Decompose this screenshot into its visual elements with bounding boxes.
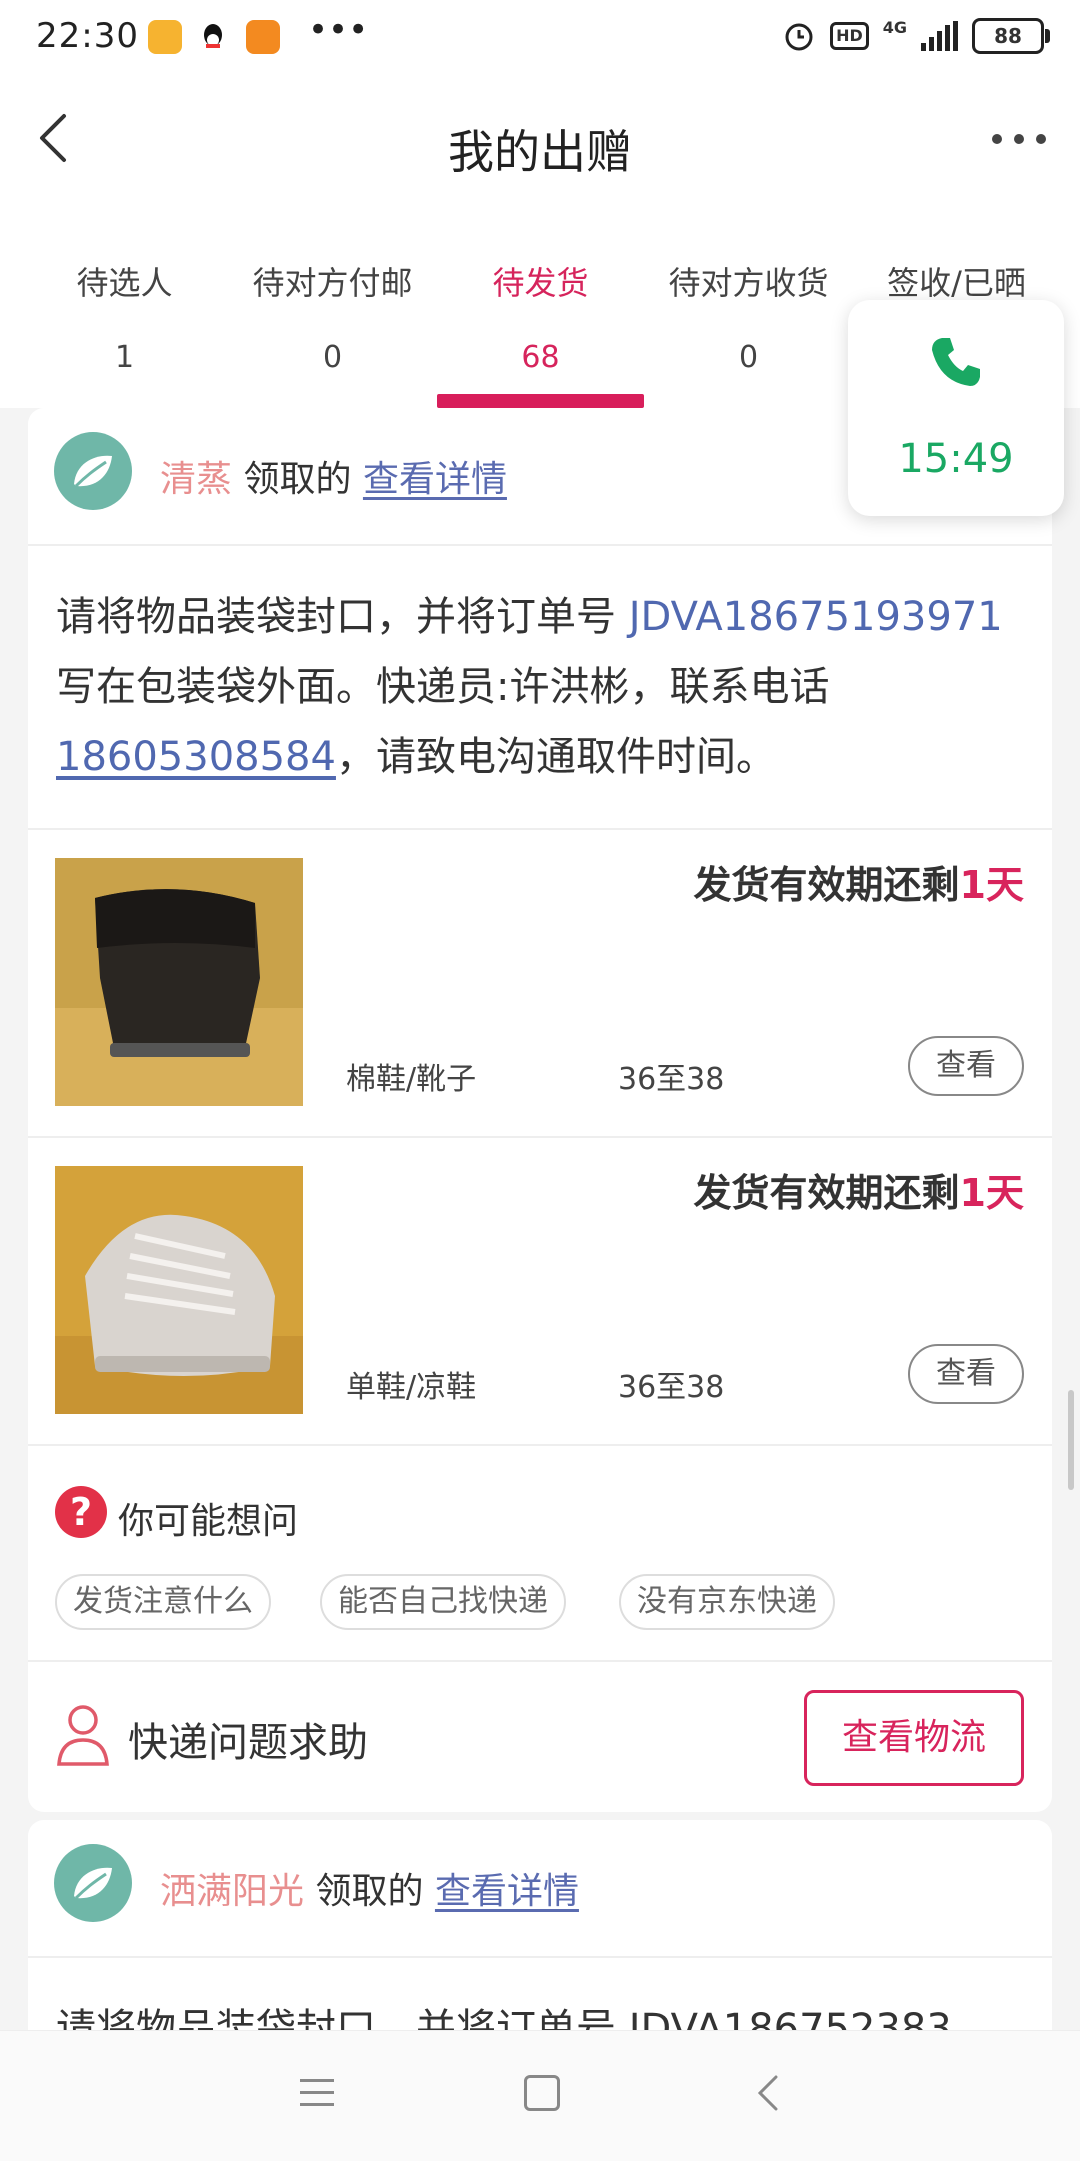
tab-count: 0 xyxy=(738,340,759,375)
question-icon: ? xyxy=(55,1486,107,1538)
card-header: 洒满阳光 领取的 查看详情 xyxy=(28,1820,1052,1958)
more-notifications-icon: ••• xyxy=(308,10,369,50)
alarm-icon xyxy=(785,23,813,51)
view-details-link[interactable]: 查看详情 xyxy=(363,459,507,500)
status-time: 22:30 xyxy=(36,16,139,56)
page-title: 我的出赠 xyxy=(448,125,632,179)
avatar xyxy=(54,1844,132,1922)
recipient-line: 洒满阳光 领取的 查看详情 xyxy=(160,1862,579,1914)
item-category: 棉鞋/靴子 xyxy=(346,1062,477,1097)
gift-item: 发货有效期还剩1天 单鞋/凉鞋 36至38 查看 xyxy=(28,1138,1052,1446)
courier-help-row: 快递问题求助 查看物流 xyxy=(28,1662,1052,1812)
deadline-label: 发货有效期还剩 xyxy=(693,863,960,907)
recipient-name: 洒满阳光 xyxy=(160,1871,305,1912)
deadline-days: 1天 xyxy=(959,1171,1024,1215)
status-indicators: HD 4G 88 xyxy=(782,18,1050,54)
faq-chip[interactable]: 能否自己找快递 xyxy=(320,1574,566,1630)
notice-text: 请将物品装袋封口，并将订单号 xyxy=(56,594,629,640)
system-nav-bar xyxy=(0,2030,1080,2161)
signal-icon xyxy=(921,21,958,51)
active-tab-indicator xyxy=(437,394,644,408)
recipient-name: 清蒸 xyxy=(160,459,233,500)
order-number: JDVA18675193971 xyxy=(628,594,1003,640)
tab-pending-postage[interactable]: 待对方付邮 0 xyxy=(229,248,436,408)
status-bar: 22:30 ••• HD 4G 88 xyxy=(0,0,1080,78)
faq-section: ? 你可能想问 发货注意什么 能否自己找快递 没有京东快递 xyxy=(28,1446,1052,1662)
avatar xyxy=(54,432,132,510)
phone-icon xyxy=(932,338,980,386)
recipient-line: 清蒸 领取的 查看详情 xyxy=(160,450,507,502)
home-icon[interactable] xyxy=(524,2075,560,2111)
tab-label: 待对方收货 xyxy=(668,264,829,302)
shipping-deadline: 发货有效期还剩1天 xyxy=(694,1162,1024,1217)
item-category: 单鞋/凉鞋 xyxy=(346,1370,477,1405)
item-size: 36至38 xyxy=(618,1062,725,1097)
app-header: 我的出赠 xyxy=(0,78,1080,248)
faq-chip[interactable]: 发货注意什么 xyxy=(55,1574,271,1630)
view-item-button[interactable]: 查看 xyxy=(908,1036,1024,1096)
item-photo-boots[interactable] xyxy=(55,858,303,1106)
item-size: 36至38 xyxy=(618,1370,725,1405)
network-type: 4G xyxy=(882,18,907,37)
scrollbar[interactable] xyxy=(1068,1390,1074,1490)
tab-label: 待对方付邮 xyxy=(252,264,413,302)
item-photo-sneakers[interactable] xyxy=(55,1166,303,1414)
battery-icon: 88 xyxy=(972,18,1050,54)
tab-pending-receipt[interactable]: 待对方收货 0 xyxy=(645,248,852,408)
courier-help-link[interactable]: 快递问题求助 xyxy=(128,1710,368,1768)
tab-count: 68 xyxy=(521,340,560,375)
tab-count: 1 xyxy=(114,340,135,375)
qq-icon xyxy=(196,20,230,54)
person-icon xyxy=(57,1705,109,1766)
tab-label: 待选人 xyxy=(76,264,173,302)
app-notification-icon xyxy=(246,20,280,54)
nav-back-icon[interactable] xyxy=(752,2073,786,2113)
received-label: 领取的 xyxy=(315,1871,424,1912)
view-item-button[interactable]: 查看 xyxy=(908,1344,1024,1404)
tab-count: 0 xyxy=(322,340,343,375)
shipping-deadline: 发货有效期还剩1天 xyxy=(694,854,1024,909)
courier-phone-link[interactable]: 18605308584 xyxy=(56,734,336,780)
notice-text: ，请致电沟通取件时间。 xyxy=(335,734,776,780)
hd-icon: HD xyxy=(830,22,869,50)
tab-pending-shipment[interactable]: 待发货 68 xyxy=(437,248,644,408)
tab-pending-selection[interactable]: 待选人 1 xyxy=(21,248,228,408)
view-details-link[interactable]: 查看详情 xyxy=(435,1871,579,1912)
packing-instructions: 请将物品装袋封口，并将订单号 JDVA18675193971 写在包装袋外面。快… xyxy=(28,546,1052,830)
gift-order-card: 清蒸 领取的 查看详情 请将物品装袋封口，并将订单号 JDVA186751939… xyxy=(28,408,1052,1812)
deadline-days: 1天 xyxy=(959,863,1024,907)
tab-label: 签收/已晒 xyxy=(887,264,1026,302)
received-label: 领取的 xyxy=(243,459,352,500)
tab-label: 待发货 xyxy=(492,264,589,302)
more-options-icon[interactable] xyxy=(992,130,1046,148)
call-widget[interactable]: 15:49 xyxy=(848,300,1064,516)
view-logistics-button[interactable]: 查看物流 xyxy=(804,1690,1024,1786)
call-duration: 15:49 xyxy=(898,436,1014,482)
faq-title: 你可能想问 xyxy=(118,1501,299,1542)
notes-app-icon xyxy=(148,20,182,54)
notice-text: 写在包装袋外面。快递员:许洪彬，联系电话 xyxy=(56,664,830,710)
recent-apps-icon[interactable] xyxy=(300,2079,334,2115)
gift-item: 发货有效期还剩1天 棉鞋/靴子 36至38 查看 xyxy=(28,830,1052,1138)
deadline-label: 发货有效期还剩 xyxy=(693,1171,960,1215)
faq-chip[interactable]: 没有京东快递 xyxy=(619,1574,835,1630)
